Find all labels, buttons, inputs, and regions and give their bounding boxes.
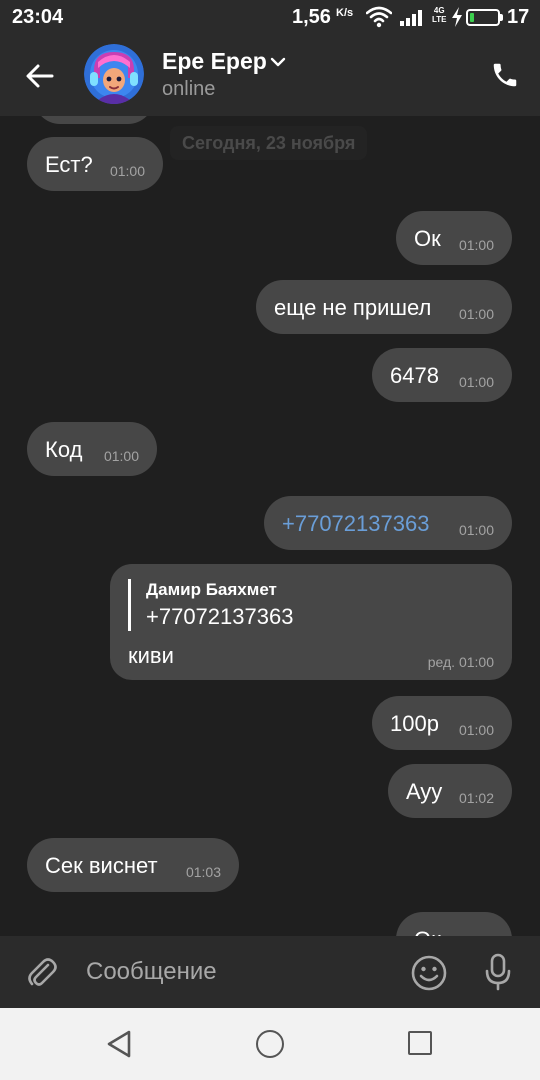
message-outgoing[interactable]: Ок — [396, 912, 512, 936]
message-text: 6478 — [390, 363, 439, 388]
message-text: еще не пришел — [274, 295, 432, 320]
message-text: Ayy — [406, 779, 443, 804]
message-time: 01:00 — [458, 522, 494, 538]
phone-link[interactable]: +77072137363 — [282, 511, 429, 537]
message-input[interactable]: Сообщение — [86, 958, 217, 986]
message-text: Сек виснет — [45, 853, 158, 878]
message-incoming[interactable]: Код 01:00 — [27, 422, 157, 476]
charging-icon — [452, 7, 462, 27]
chevron-down-icon[interactable] — [270, 56, 286, 68]
message-outgoing[interactable]: 100р 01:00 — [372, 696, 512, 750]
battery-icon — [466, 9, 500, 26]
microphone-icon[interactable] — [482, 952, 514, 992]
message-outgoing[interactable]: Ок 01:00 — [396, 211, 512, 265]
message-time: ред. 01:00 — [427, 654, 494, 670]
message-outgoing[interactable]: 6478 01:00 — [372, 348, 512, 402]
network-speed-unit: K/s — [336, 7, 354, 19]
message-text: Ест? — [45, 152, 93, 177]
signal-icon — [400, 10, 422, 26]
lte-icon: 4G LTE — [432, 6, 447, 24]
message-incoming[interactable]: Ест? 01:00 — [27, 137, 163, 191]
date-divider: Сегодня, 23 ноября — [170, 126, 368, 160]
paperclip-icon[interactable] — [26, 956, 58, 990]
back-arrow-icon[interactable] — [22, 58, 58, 94]
status-bar: 23:04 1,56 K/s 4G LTE 17 — [0, 0, 540, 34]
contact-status: online — [162, 78, 216, 100]
nav-back-icon[interactable] — [104, 1028, 136, 1060]
status-time: 23:04 — [12, 6, 64, 28]
nav-recents-icon[interactable] — [408, 1031, 432, 1055]
message-time: 01:02 — [458, 790, 494, 806]
contact-name[interactable]: Ере Ерер — [162, 48, 267, 75]
message-time: 01:03 — [185, 864, 221, 880]
reply-author[interactable]: Дамир Баяхмет — [146, 580, 277, 600]
message-outgoing[interactable]: +77072137363 01:00 — [264, 496, 512, 550]
composer: Сообщение — [0, 936, 540, 1008]
message-outgoing-reply[interactable]: Дамир Баяхмет +77072137363 киви ред. 01:… — [110, 564, 512, 680]
battery-level: 17 — [507, 6, 530, 28]
message-time: 01:00 — [458, 306, 494, 322]
message-list[interactable]: Сегодня, 23 ноября Ест? 01:00 Ок 01:00 е… — [0, 116, 540, 936]
chat-header: Ере Ерер online — [0, 34, 540, 116]
message-text: Ок — [414, 927, 441, 936]
message-text: киви — [128, 643, 174, 668]
phone-icon[interactable] — [490, 60, 520, 90]
system-nav-bar — [0, 1008, 540, 1080]
message-text: 100р — [390, 711, 439, 736]
nav-home-icon[interactable] — [256, 1030, 284, 1058]
message-outgoing[interactable]: Ayy 01:02 — [388, 764, 512, 818]
avatar[interactable] — [84, 44, 144, 104]
message-bubble-partial — [34, 116, 154, 124]
message-outgoing[interactable]: еще не пришел 01:00 — [256, 280, 512, 334]
emoji-icon[interactable] — [410, 954, 448, 992]
message-incoming[interactable]: Сек виснет 01:03 — [27, 838, 239, 892]
wifi-icon — [366, 6, 392, 28]
message-time: 01:00 — [458, 374, 494, 390]
message-text: Ок — [414, 226, 441, 251]
network-speed: 1,56 — [292, 6, 331, 28]
message-time: 01:00 — [103, 448, 139, 464]
reply-quote[interactable]: +77072137363 — [146, 604, 293, 630]
message-time: 01:00 — [109, 163, 145, 179]
reply-line — [128, 579, 131, 631]
message-time: 01:00 — [458, 237, 494, 253]
message-time: 01:00 — [458, 722, 494, 738]
message-text: Код — [45, 437, 83, 462]
